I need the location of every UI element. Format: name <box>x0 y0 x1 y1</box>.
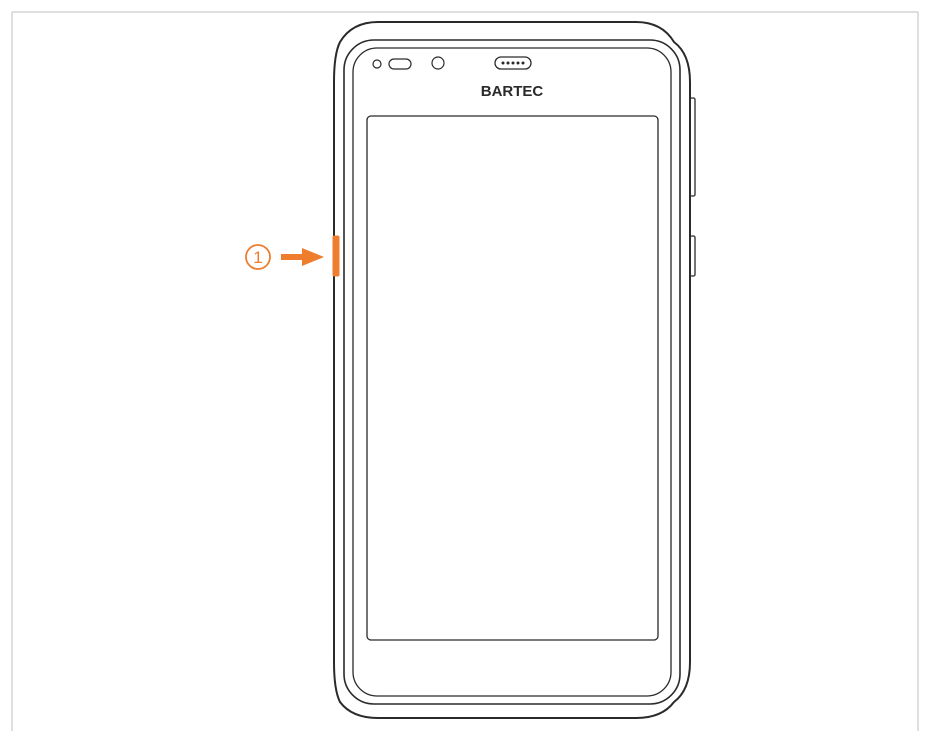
earpiece-holes <box>501 61 525 65</box>
proximity-sensor <box>372 59 382 69</box>
light-sensor <box>388 58 412 70</box>
phone-diagram: BARTEC 1 <box>11 11 919 731</box>
display-screen <box>366 115 659 641</box>
callout-number: 1 <box>253 248 262 267</box>
brand-logo: BARTEC <box>481 83 544 100</box>
figure-frame: BARTEC 1 <box>0 0 930 731</box>
callout-arrow-icon <box>281 248 324 266</box>
front-camera-icon <box>431 56 445 70</box>
side-button-left <box>332 235 340 277</box>
